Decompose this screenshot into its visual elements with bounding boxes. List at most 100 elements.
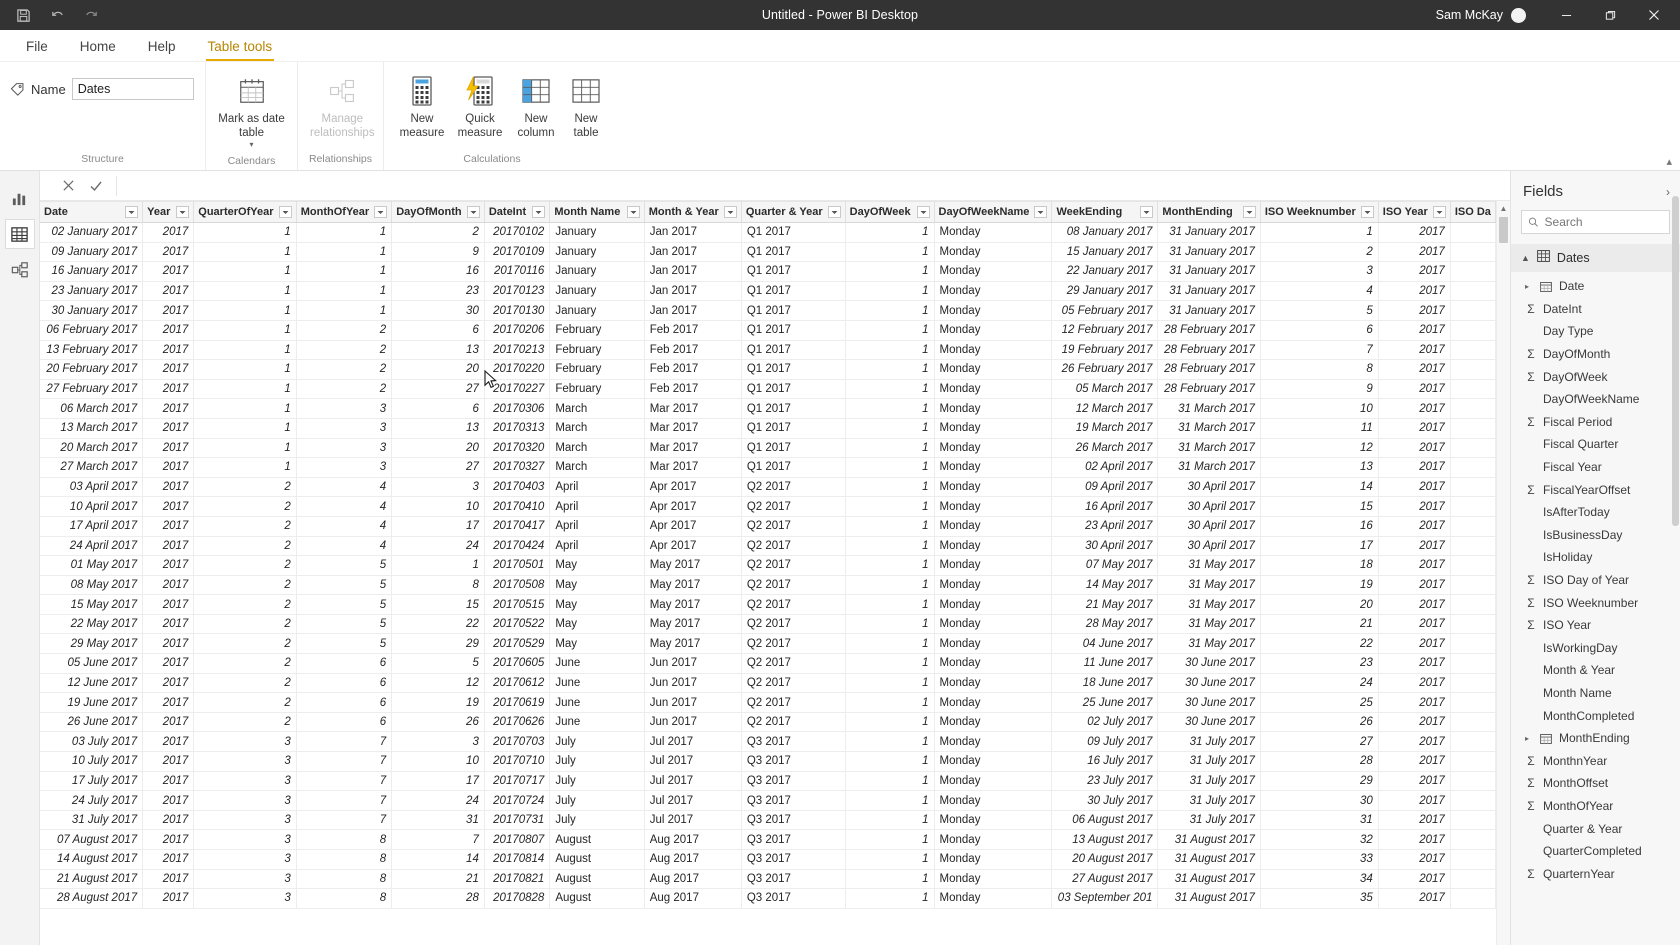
cell-weekending[interactable]: 16 April 2017 [1051,496,1159,517]
cell-isoweeknumber[interactable]: 9 [1260,379,1379,400]
table-row[interactable]: 03 April 2017 2017 2 4 3 20170403 April Apr 201… [40,477,1496,498]
cell-isoweeknumber[interactable]: 7 [1260,340,1379,361]
cell-isoweeknumber[interactable]: 35 [1260,888,1379,909]
cell-quarterofyear[interactable]: 3 [193,849,297,870]
cell-date[interactable]: 19 June 2017 [40,692,144,713]
cell-isoday[interactable] [1450,888,1496,909]
save-icon[interactable] [14,6,32,24]
cell-monthofyear[interactable]: 8 [296,849,393,870]
cell-date[interactable]: 20 March 2017 [40,438,144,459]
search-input[interactable] [1544,215,1663,229]
cell-dayofmonth[interactable]: 1 [391,555,485,576]
cell-dateint[interactable]: 20170515 [484,594,551,615]
cell-year[interactable]: 2017 [142,829,195,850]
cell-date[interactable]: 10 July 2017 [40,751,144,772]
filter-dropdown-icon[interactable] [532,206,546,218]
cell-dayofweekname[interactable]: Monday [934,242,1053,263]
cell-date[interactable]: 24 July 2017 [40,790,144,811]
cell-quarterofyear[interactable]: 2 [193,555,297,576]
cell-monthending[interactable]: 31 August 2017 [1157,849,1261,870]
cell-date[interactable]: 08 May 2017 [40,575,144,596]
chevron-up-icon[interactable]: ▲ [1521,253,1530,263]
cell-monthyear[interactable]: Jul 2017 [644,771,742,792]
cell-dateint[interactable]: 20170327 [484,457,551,478]
cell-isoweeknumber[interactable]: 4 [1260,281,1379,302]
cell-monthofyear[interactable]: 5 [296,594,393,615]
cell-monthofyear[interactable]: 4 [296,496,393,517]
cell-year[interactable]: 2017 [142,771,195,792]
cell-isoweeknumber[interactable]: 18 [1260,555,1379,576]
cell-weekending[interactable]: 19 March 2017 [1051,418,1159,439]
cell-dayofweekname[interactable]: Monday [934,751,1053,772]
cell-monthending[interactable]: 30 June 2017 [1157,692,1261,713]
cell-quarterofyear[interactable]: 3 [193,771,297,792]
redo-icon[interactable] [82,6,100,24]
chevron-down-icon[interactable]: ▾ [249,140,253,149]
cell-dayofmonth[interactable]: 5 [391,653,485,674]
cell-quarterofyear[interactable]: 2 [193,633,297,655]
filter-dropdown-icon[interactable] [723,206,737,218]
table-row[interactable]: 10 April 2017 2017 2 4 10 20170410 April Apr 20… [40,496,1496,517]
search-box[interactable] [1521,210,1670,234]
cell-isoday[interactable] [1450,829,1496,850]
cell-monthyear[interactable]: Jun 2017 [644,712,742,733]
cell-dayofweekname[interactable]: Monday [934,673,1053,694]
cell-monthofyear[interactable]: 2 [296,379,393,400]
fields-scrollbar-thumb[interactable] [1672,196,1679,526]
table-row[interactable]: 26 June 2017 2017 2 6 26 20170626 June Jun 2017… [40,712,1496,733]
cell-date[interactable]: 07 August 2017 [40,829,144,850]
cell-dayofmonth[interactable]: 14 [391,849,485,870]
cell-year[interactable]: 2017 [142,477,195,498]
column-header-quarterofyear[interactable]: QuarterOfYear [193,201,297,223]
cell-quarterofyear[interactable]: 2 [193,673,297,694]
cell-dateint[interactable]: 20170306 [484,398,551,419]
cell-monthyear[interactable]: May 2017 [644,594,742,615]
table-row[interactable]: 05 June 2017 2017 2 6 5 20170605 June Jun 2017 Q… [40,653,1496,674]
cell-dateint[interactable]: 20170410 [484,496,551,517]
cell-quarteryear[interactable]: Q2 2017 [741,673,846,694]
cell-weekending[interactable]: 30 April 2017 [1051,536,1159,557]
table-row[interactable]: 20 March 2017 2017 1 3 20 20170320 March Mar 20… [40,438,1496,459]
cell-quarteryear[interactable]: Q2 2017 [741,633,846,655]
cell-quarterofyear[interactable]: 1 [193,300,297,321]
table-row[interactable]: 19 June 2017 2017 2 6 19 20170619 June Jun 2017… [40,692,1496,713]
cell-dayofmonth[interactable]: 29 [391,633,485,655]
collapse-ribbon-button[interactable]: ▴ [1666,155,1672,168]
cell-isoyear[interactable]: 2017 [1378,438,1451,459]
cell-dayofweekname[interactable]: Monday [934,712,1053,733]
cell-year[interactable]: 2017 [142,849,195,870]
cell-isoday[interactable] [1450,320,1496,341]
cell-dayofweek[interactable]: 1 [845,222,935,243]
field-item-dayofmonth[interactable]: Σ DayOfMonth [1511,343,1680,366]
cell-monthname[interactable]: February [549,320,645,341]
cell-monthname[interactable]: August [549,849,645,870]
cell-monthending[interactable]: 31 March 2017 [1157,418,1261,439]
cell-dateint[interactable]: 20170612 [484,673,551,694]
mark-as-date-table-button[interactable]: Mark as date table ▾ [216,68,287,155]
cell-monthending[interactable]: 30 June 2017 [1157,673,1261,694]
cell-isoday[interactable] [1450,575,1496,596]
cell-date[interactable]: 21 August 2017 [40,869,144,890]
cell-weekending[interactable]: 13 August 2017 [1051,829,1159,850]
table-row[interactable]: 07 August 2017 2017 3 8 7 20170807 August Aug 2… [40,829,1496,850]
cell-year[interactable]: 2017 [142,594,195,615]
cell-year[interactable]: 2017 [142,575,195,596]
cell-monthending[interactable]: 31 August 2017 [1157,888,1261,909]
cell-isoyear[interactable]: 2017 [1378,261,1451,282]
cell-date[interactable]: 16 January 2017 [40,261,144,282]
cell-quarteryear[interactable]: Q2 2017 [741,614,846,635]
cell-monthending[interactable]: 31 July 2017 [1157,810,1261,831]
cell-dayofweek[interactable]: 1 [845,771,935,792]
cell-monthending[interactable]: 31 March 2017 [1157,398,1261,419]
table-row[interactable]: 20 February 2017 2017 1 2 20 20170220 February… [40,359,1496,380]
cell-monthyear[interactable]: Feb 2017 [644,340,742,361]
cell-dayofweek[interactable]: 1 [845,261,935,282]
field-item-monthending[interactable]: ▸ MonthEnding [1511,727,1680,750]
cell-dayofweekname[interactable]: Monday [934,477,1053,498]
cell-isoyear[interactable]: 2017 [1378,673,1451,694]
cell-dayofweekname[interactable]: Monday [934,692,1053,713]
cell-isoyear[interactable]: 2017 [1378,751,1451,772]
field-item-quartercompleted[interactable]: QuarterCompleted [1511,840,1680,863]
cell-quarterofyear[interactable]: 1 [193,398,297,419]
cell-monthyear[interactable]: Feb 2017 [644,320,742,341]
